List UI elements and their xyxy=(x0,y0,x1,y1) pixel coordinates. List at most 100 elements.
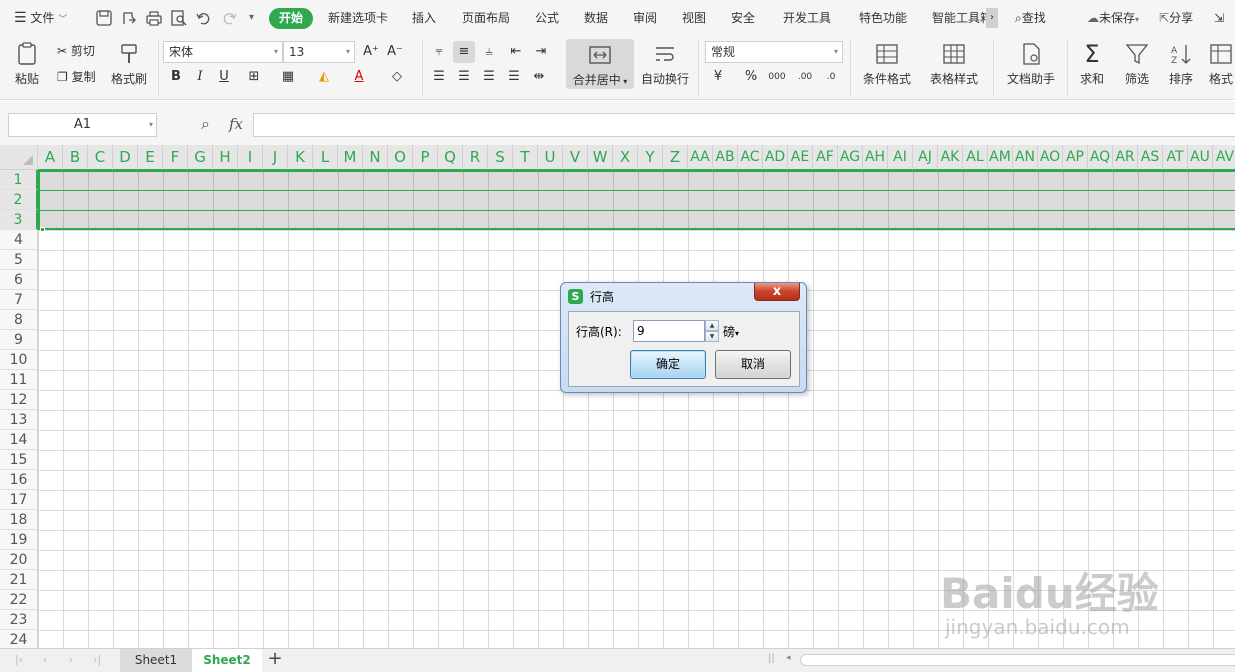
thousands-separator-icon[interactable]: 000 xyxy=(766,66,788,88)
row-header[interactable]: 4 xyxy=(0,230,38,250)
sheet-tab-sheet1[interactable]: Sheet1 xyxy=(120,649,192,672)
last-sheet-icon[interactable]: ›| xyxy=(90,653,104,667)
tab-insert[interactable]: 插入 xyxy=(412,0,436,36)
column-header[interactable]: M xyxy=(338,145,363,170)
column-header[interactable]: AU xyxy=(1188,145,1213,170)
increase-indent-icon[interactable]: ⇥ xyxy=(530,41,552,63)
column-header[interactable]: C xyxy=(88,145,113,170)
row-header[interactable]: 17 xyxy=(0,490,38,510)
prev-sheet-icon[interactable]: ‹ xyxy=(38,653,52,667)
column-header[interactable]: G xyxy=(188,145,213,170)
column-header[interactable]: L xyxy=(313,145,338,170)
row-height-spinner[interactable]: ▲ ▼ xyxy=(705,320,719,342)
more-icon[interactable]: ⇲ xyxy=(1214,0,1224,36)
ok-button[interactable]: 确定 xyxy=(630,350,706,379)
font-size-select[interactable]: 13 ▾ xyxy=(283,41,355,63)
column-header[interactable]: S xyxy=(488,145,513,170)
table-style-button[interactable]: 表格样式 xyxy=(925,41,983,87)
column-header[interactable]: V xyxy=(563,145,588,170)
align-bottom-icon[interactable]: ⫨ xyxy=(478,41,500,63)
cloud-status[interactable]: ☁未保存▾ xyxy=(1087,0,1139,36)
cut-button[interactable]: ✂ 剪切 xyxy=(57,41,95,61)
number-format-select[interactable]: 常规 ▾ xyxy=(705,41,843,63)
column-header[interactable]: AN xyxy=(1013,145,1038,170)
column-header[interactable]: O xyxy=(388,145,413,170)
format-painter-button[interactable]: 格式刷 xyxy=(110,41,148,87)
doc-helper-button[interactable]: 文档助手 xyxy=(1004,41,1058,87)
spin-up-icon[interactable]: ▲ xyxy=(705,320,719,331)
fill-handle[interactable] xyxy=(40,227,45,232)
italic-icon[interactable]: I xyxy=(189,66,211,88)
tab-page-layout[interactable]: 页面布局 xyxy=(462,0,510,36)
column-header[interactable]: T xyxy=(513,145,538,170)
column-header[interactable]: Z xyxy=(663,145,688,170)
row-header[interactable]: 3 xyxy=(0,210,38,230)
column-header[interactable]: E xyxy=(138,145,163,170)
conditional-format-button[interactable]: 条件格式 xyxy=(858,41,916,87)
name-box[interactable]: A1 ▾ xyxy=(8,113,157,137)
filter-button[interactable]: 筛选 xyxy=(1119,41,1155,87)
fx-icon[interactable]: fx xyxy=(229,115,243,133)
row-header[interactable]: 9 xyxy=(0,330,38,350)
format-button[interactable]: 格式 xyxy=(1207,41,1235,87)
row-header[interactable]: 12 xyxy=(0,390,38,410)
row-header[interactable]: 23 xyxy=(0,610,38,630)
sum-button[interactable]: Σ 求和 xyxy=(1074,41,1110,87)
fill-pattern-icon[interactable]: ▦ xyxy=(277,66,299,88)
distributed-align-icon[interactable]: ⇹ xyxy=(528,66,550,88)
percent-icon[interactable]: % xyxy=(740,66,762,88)
align-left-icon[interactable]: ☰ xyxy=(428,66,450,88)
quick-access-dropdown-icon[interactable]: ▾ xyxy=(249,0,254,36)
cancel-button[interactable]: 取消 xyxy=(715,350,791,379)
tab-home[interactable]: 开始 xyxy=(269,8,314,29)
column-header[interactable]: A xyxy=(38,145,63,170)
row-header[interactable]: 6 xyxy=(0,270,38,290)
tab-data[interactable]: 数据 xyxy=(584,0,608,36)
next-sheet-icon[interactable]: › xyxy=(64,653,78,667)
bold-icon[interactable]: B xyxy=(165,66,187,88)
font-name-select[interactable]: 宋体 ▾ xyxy=(163,41,283,63)
decrease-font-icon[interactable]: A⁻ xyxy=(384,41,406,63)
row-header[interactable]: 2 xyxy=(0,190,38,210)
save-icon[interactable] xyxy=(95,9,113,27)
column-header[interactable]: AB xyxy=(713,145,738,170)
column-header[interactable]: AC xyxy=(738,145,763,170)
borders-icon[interactable]: ⊞ xyxy=(243,66,265,88)
decrease-indent-icon[interactable]: ⇤ xyxy=(505,41,527,63)
tab-developer[interactable]: 开发工具 xyxy=(783,0,831,36)
select-all-corner[interactable] xyxy=(0,145,38,170)
undo-icon[interactable] xyxy=(195,9,213,27)
align-right-icon[interactable]: ☰ xyxy=(478,66,500,88)
sheet-tab-sheet2[interactable]: Sheet2 xyxy=(192,649,262,672)
column-header[interactable]: AF xyxy=(813,145,838,170)
redo-icon[interactable] xyxy=(220,9,238,27)
font-color-icon[interactable]: A xyxy=(348,66,370,88)
column-header[interactable]: R xyxy=(463,145,488,170)
currency-icon[interactable]: ¥ xyxy=(707,66,729,88)
row-header[interactable]: 20 xyxy=(0,550,38,570)
column-header[interactable]: J xyxy=(263,145,288,170)
column-header[interactable]: AR xyxy=(1113,145,1138,170)
row-header[interactable]: 18 xyxy=(0,510,38,530)
tab-security[interactable]: 安全 xyxy=(731,0,755,36)
sort-button[interactable]: AZ 排序 xyxy=(1163,41,1199,87)
column-header[interactable]: AE xyxy=(788,145,813,170)
column-header[interactable]: AA xyxy=(688,145,713,170)
justify-icon[interactable]: ☰ xyxy=(503,66,525,88)
column-header[interactable]: AJ xyxy=(913,145,938,170)
copy-button[interactable]: ❐ 复制 xyxy=(57,67,96,87)
decrease-decimal-icon[interactable]: .0 xyxy=(820,66,842,88)
row-header[interactable]: 14 xyxy=(0,430,38,450)
column-header[interactable]: AI xyxy=(888,145,913,170)
row-header[interactable]: 1 xyxy=(0,170,38,190)
tab-view[interactable]: 视图 xyxy=(682,0,706,36)
cell-area[interactable] xyxy=(38,170,1235,648)
fill-color-icon[interactable]: ◭ xyxy=(313,66,335,88)
column-header[interactable]: F xyxy=(163,145,188,170)
column-header[interactable]: AH xyxy=(863,145,888,170)
tab-review[interactable]: 审阅 xyxy=(633,0,657,36)
column-header[interactable]: AK xyxy=(938,145,963,170)
search-button[interactable]: ⌕查找 xyxy=(1015,0,1046,36)
column-header[interactable]: AM xyxy=(988,145,1013,170)
column-header[interactable]: D xyxy=(113,145,138,170)
